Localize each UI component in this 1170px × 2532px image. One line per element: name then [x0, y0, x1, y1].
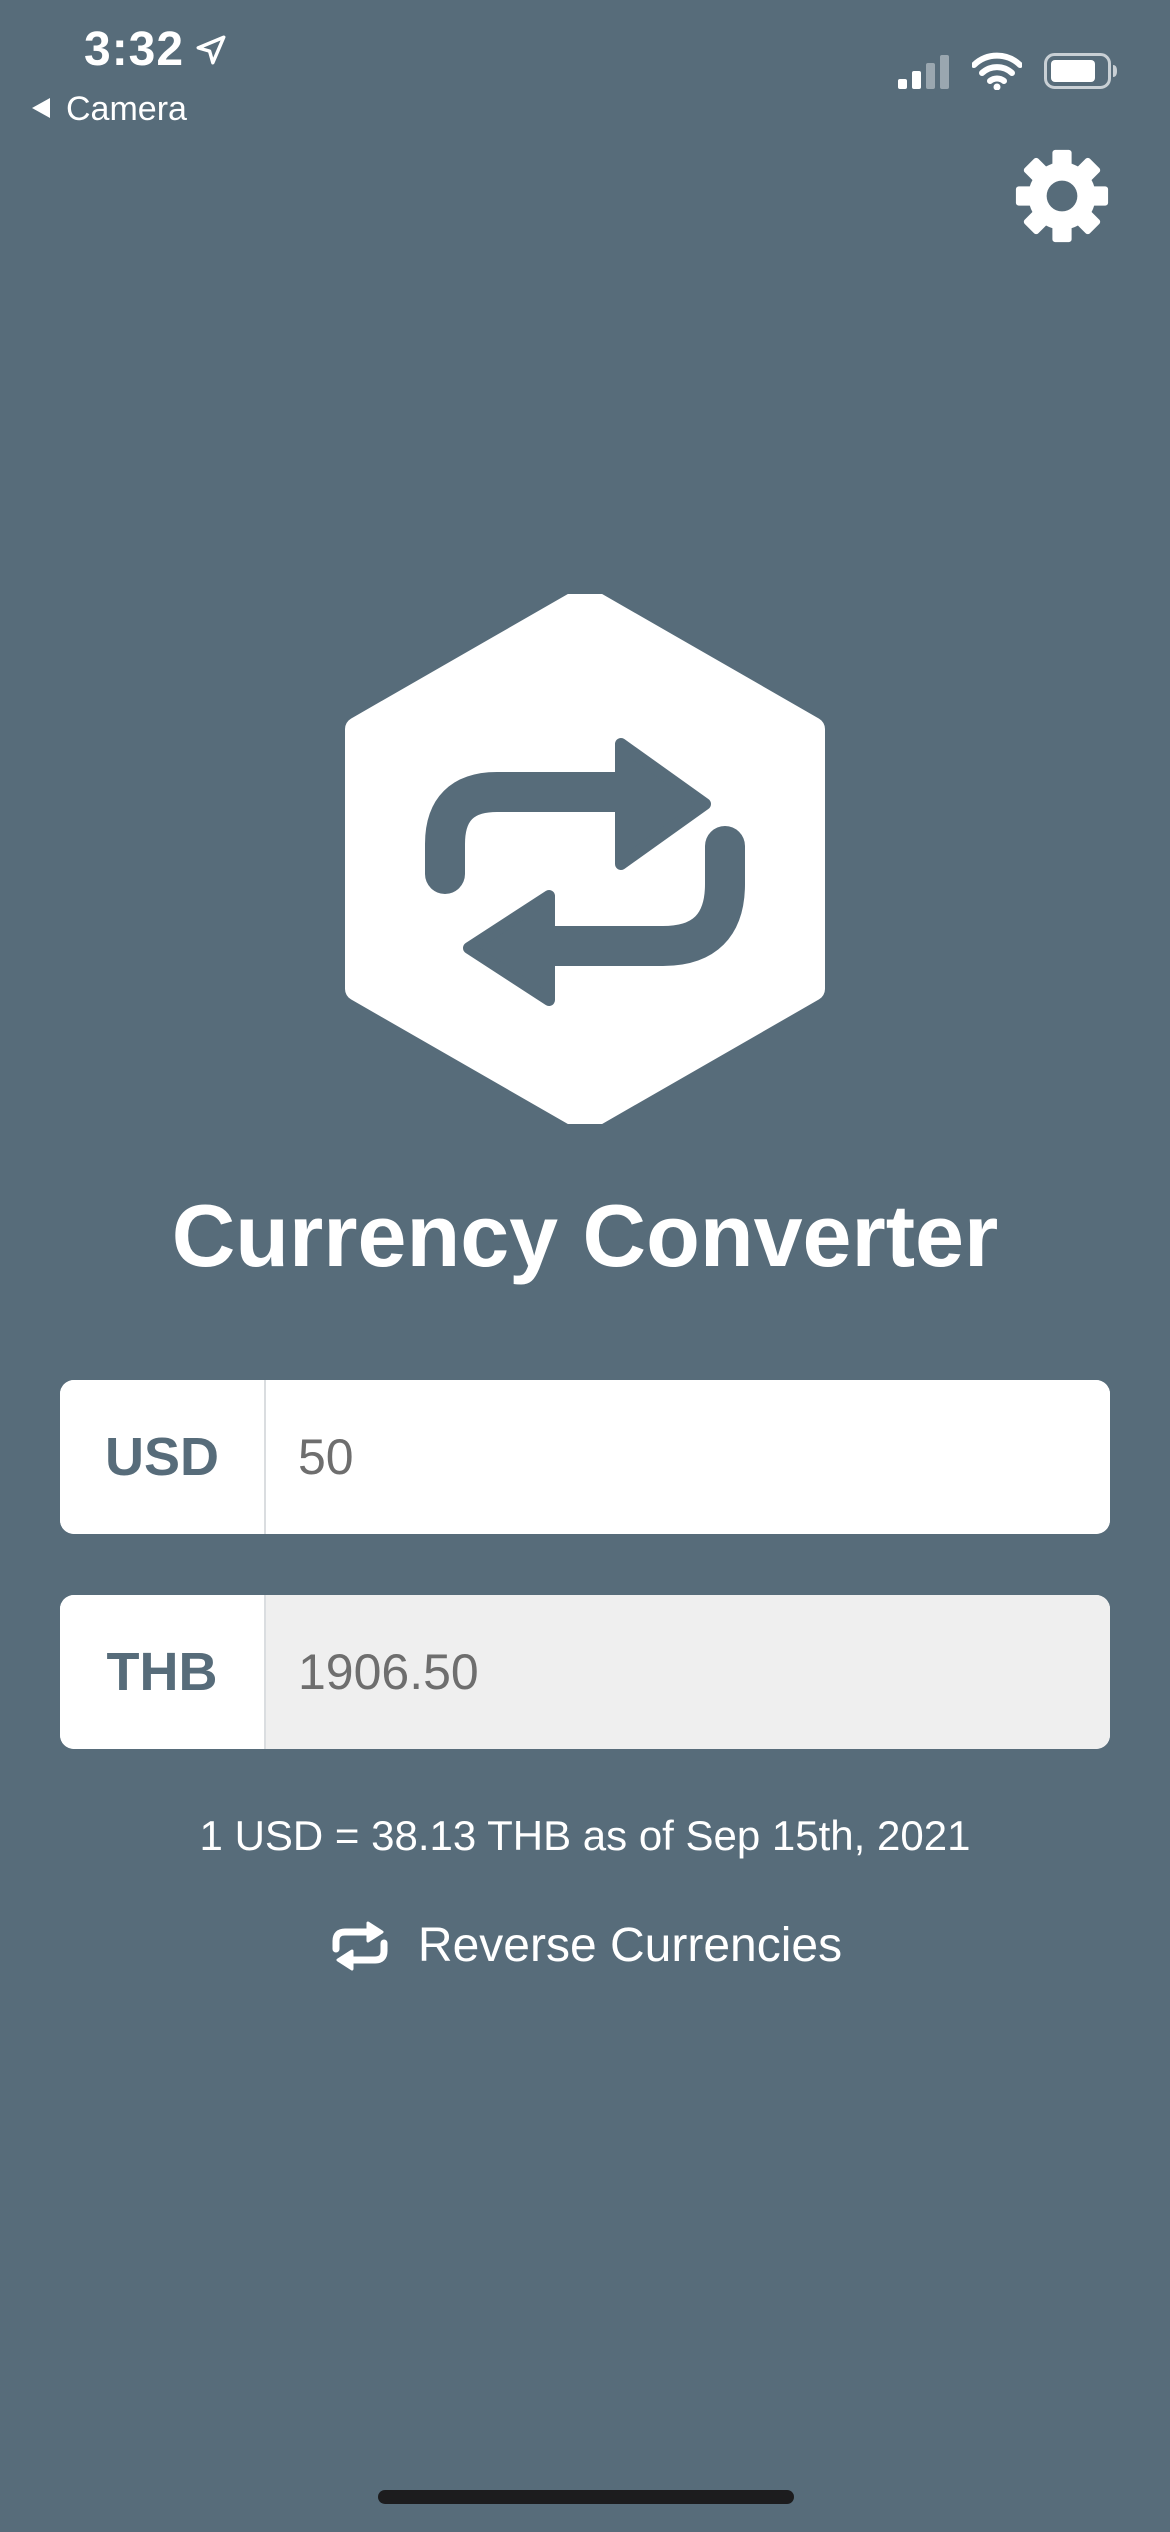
quote-currency-row: THB: [60, 1595, 1110, 1749]
time-label: 3:32: [84, 23, 185, 76]
reverse-currencies-button[interactable]: Reverse Currencies: [0, 1918, 1170, 1973]
quote-currency-selector[interactable]: THB: [60, 1595, 266, 1749]
converted-amount-field[interactable]: [298, 1643, 1110, 1701]
base-amount-field-wrapper: [266, 1380, 1110, 1534]
base-amount-input[interactable]: [298, 1428, 1110, 1486]
exchange-arrows-hexagon-icon: [345, 594, 825, 1124]
location-arrow-icon: [194, 33, 228, 67]
converted-amount-field-wrapper: [266, 1595, 1110, 1749]
base-currency-row: USD: [60, 1380, 1110, 1534]
status-bar-indicators: [898, 52, 1118, 90]
cellular-signal-icon: [898, 53, 950, 89]
gear-icon: [1014, 148, 1110, 244]
wifi-icon: [972, 52, 1022, 90]
settings-button[interactable]: [1014, 148, 1110, 244]
page-title: Currency Converter: [171, 1186, 999, 1285]
app-logo: [345, 594, 825, 1124]
exchange-rate-text: 1 USD = 38.13 THB as of Sep 15th, 2021: [199, 1812, 971, 1859]
back-to-camera-button[interactable]: Camera: [30, 90, 187, 129]
battery-icon: [1044, 53, 1118, 89]
base-currency-selector[interactable]: USD: [60, 1380, 266, 1534]
reverse-currencies-label: Reverse Currencies: [417, 1919, 843, 1972]
back-triangle-icon: [30, 90, 52, 129]
home-indicator[interactable]: [378, 2490, 794, 2504]
back-app-label: Camera: [66, 90, 187, 128]
status-bar-time: 3:32: [84, 22, 228, 77]
repeat-icon: [328, 1921, 392, 1971]
